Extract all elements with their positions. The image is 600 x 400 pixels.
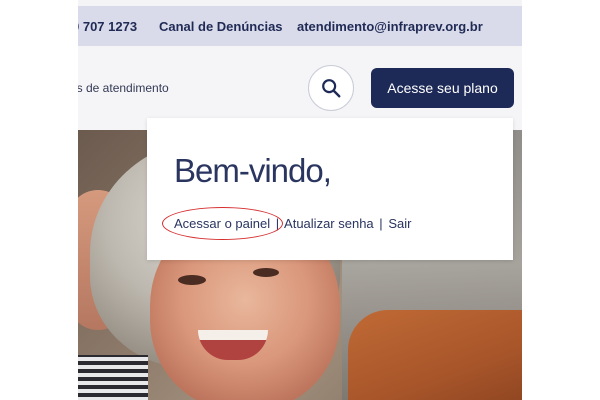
email-link[interactable]: atendimento@infraprev.org.br <box>297 19 483 34</box>
welcome-dropdown: Bem-vindo, Acessar o painel | Atualizar … <box>147 118 513 260</box>
access-panel-link[interactable]: Acessar o painel <box>174 216 270 231</box>
update-password-link[interactable]: Atualizar senha <box>284 216 374 231</box>
link-separator: | <box>275 216 280 231</box>
search-button[interactable] <box>308 65 354 111</box>
top-contact-bar: 0 707 1273 Canal de Denúncias atendiment… <box>78 6 522 46</box>
complaints-channel-link[interactable]: Canal de Denúncias <box>159 19 283 34</box>
access-plan-button[interactable]: Acesse seu plano <box>371 68 514 108</box>
service-channels-link[interactable]: is de atendimento <box>78 81 169 95</box>
logout-link[interactable]: Sair <box>388 216 411 231</box>
phone-number[interactable]: 0 707 1273 <box>78 19 137 34</box>
link-separator: | <box>379 216 383 231</box>
search-icon <box>322 79 341 98</box>
welcome-title: Bem-vindo, <box>174 152 332 189</box>
account-links: Acessar o painel | Atualizar senha | Sai… <box>174 216 411 231</box>
